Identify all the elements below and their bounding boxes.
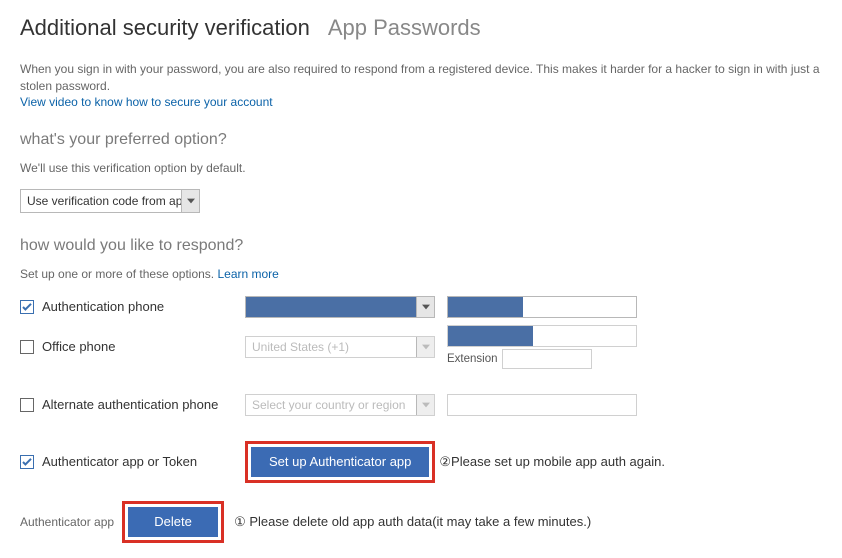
redacted-value: [448, 326, 533, 346]
authenticator-app-label: Authenticator app: [20, 515, 122, 529]
auth-app-checkbox[interactable]: [20, 455, 34, 469]
auth-phone-label: Authentication phone: [42, 299, 164, 314]
tab-app-passwords[interactable]: App Passwords: [328, 15, 481, 41]
delete-button[interactable]: Delete: [128, 507, 218, 537]
alt-phone-label: Alternate authentication phone: [42, 397, 218, 412]
auth-phone-checkbox[interactable]: [20, 300, 34, 314]
preferred-option-select[interactable]: Use verification code from app or token: [20, 189, 200, 213]
alt-phone-number-input[interactable]: [447, 394, 637, 416]
extension-label: Extension: [447, 353, 498, 365]
office-phone-label: Office phone: [42, 339, 115, 354]
annotation-setup: ②Please set up mobile app auth again.: [439, 454, 665, 470]
respond-sub: Set up one or more of these options.: [20, 267, 214, 281]
preferred-option-heading: what's your preferred option?: [20, 131, 822, 149]
auth-phone-number-input[interactable]: [447, 296, 637, 318]
auth-app-label: Authenticator app or Token: [42, 454, 197, 469]
chevron-down-icon: [416, 297, 434, 317]
learn-more-link[interactable]: Learn more: [217, 267, 278, 281]
preferred-option-value: Use verification code from app or token: [21, 190, 181, 212]
setup-authenticator-button[interactable]: Set up Authenticator app: [251, 447, 429, 477]
chevron-down-icon: [181, 190, 199, 212]
extension-input: [502, 349, 592, 369]
alt-phone-checkbox[interactable]: [20, 398, 34, 412]
setup-highlight: Set up Authenticator app: [245, 441, 435, 483]
alt-phone-country-select[interactable]: Select your country or region: [245, 394, 435, 416]
annotation-delete: ① Please delete old app auth data(it may…: [234, 514, 591, 530]
office-phone-number-input: [447, 325, 637, 347]
office-phone-country-value: United States (+1): [246, 337, 416, 357]
respond-heading: how would you like to respond?: [20, 237, 822, 255]
auth-phone-country-select[interactable]: [245, 296, 435, 318]
secure-video-link[interactable]: View video to know how to secure your ac…: [20, 95, 273, 109]
redacted-value: [246, 297, 416, 317]
redacted-value: [448, 297, 523, 317]
preferred-option-sub: We'll use this verification option by de…: [20, 161, 822, 175]
intro-text: When you sign in with your password, you…: [20, 62, 820, 93]
office-phone-checkbox[interactable]: [20, 340, 34, 354]
alt-phone-country-placeholder: Select your country or region: [246, 395, 416, 415]
office-phone-country-select: United States (+1): [245, 336, 435, 358]
chevron-down-icon: [416, 395, 434, 415]
page-title: Additional security verification: [20, 15, 310, 41]
chevron-down-icon: [416, 337, 434, 357]
